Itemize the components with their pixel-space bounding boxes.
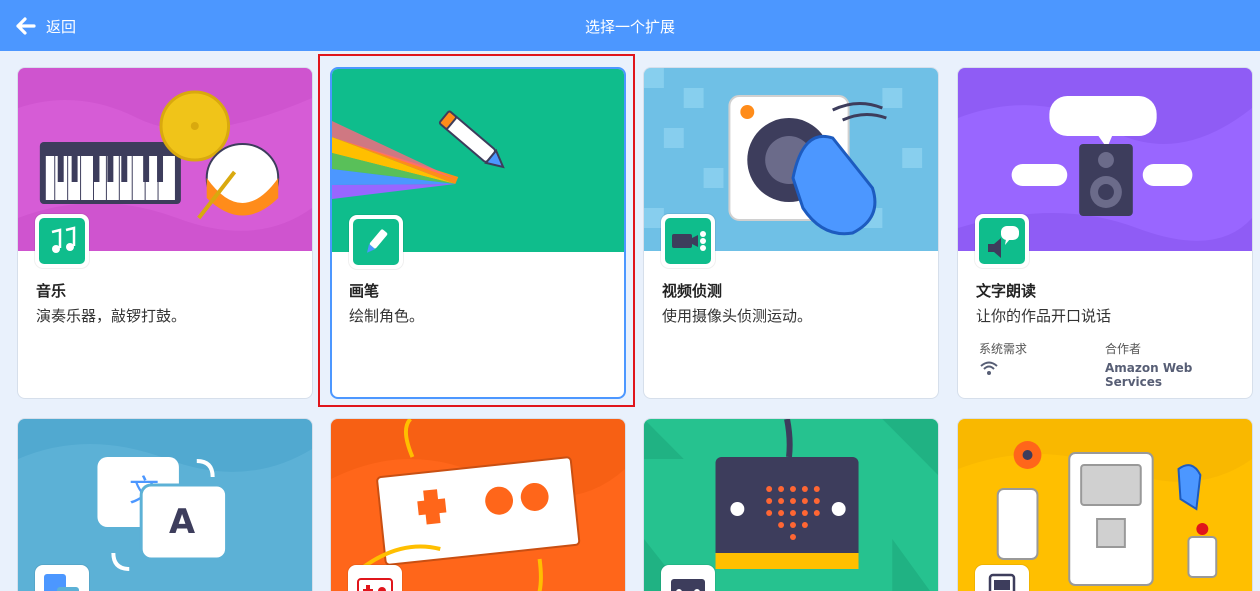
speaker-speech-icon bbox=[988, 226, 1019, 258]
microbit-icon bbox=[671, 579, 705, 591]
lego-ev3-icon bbox=[988, 573, 1016, 591]
extension-card-video-sensing[interactable]: 视频侦测 使用摄像头侦测运动。 bbox=[643, 67, 939, 399]
microbit-badge bbox=[661, 565, 715, 591]
extension-description: 演奏乐器，敲锣打鼓。 bbox=[36, 307, 187, 325]
partner-label: 合作者 bbox=[1105, 342, 1142, 356]
extension-card-microbit[interactable] bbox=[643, 418, 939, 591]
extension-name: 音乐 bbox=[36, 282, 67, 300]
page-title: 选择一个扩展 bbox=[584, 18, 675, 36]
text-to-speech-badge bbox=[975, 214, 1029, 268]
extension-card-text-to-speech[interactable]: 文字朗读 让你的作品开口说话 系统需求 合作者 Amazon Web Servi… bbox=[957, 67, 1253, 399]
lego-ev3-badge bbox=[975, 565, 1029, 591]
translate-badge bbox=[35, 565, 89, 591]
selection-highlight bbox=[318, 54, 635, 407]
extension-name: 文字朗读 bbox=[976, 282, 1037, 300]
extension-card-lego-ev3[interactable] bbox=[957, 418, 1253, 591]
extension-card-translate[interactable]: 文 A bbox=[17, 418, 313, 591]
extension-card-music[interactable]: 音乐 演奏乐器，敲锣打鼓。 bbox=[17, 67, 313, 399]
svg-text:A: A bbox=[169, 502, 196, 541]
partner-name: Amazon Web Services bbox=[1105, 361, 1193, 389]
requirements-label: 系统需求 bbox=[979, 342, 1028, 356]
header-bar: 返回 选择一个扩展 bbox=[0, 0, 1260, 51]
extension-name: 视频侦测 bbox=[662, 282, 723, 300]
music-note-icon bbox=[51, 226, 76, 253]
wifi-icon bbox=[980, 361, 998, 375]
makey-makey-icon bbox=[357, 578, 393, 591]
video-sensing-badge bbox=[661, 214, 715, 268]
extension-description: 使用摄像头侦测运动。 bbox=[662, 307, 813, 325]
translate-icon bbox=[44, 574, 79, 591]
extension-card-makey-makey[interactable] bbox=[330, 418, 626, 591]
extension-description: 让你的作品开口说话 bbox=[976, 307, 1112, 325]
makey-makey-badge bbox=[348, 565, 402, 591]
music-badge bbox=[35, 214, 89, 268]
video-camera-icon bbox=[672, 231, 706, 251]
